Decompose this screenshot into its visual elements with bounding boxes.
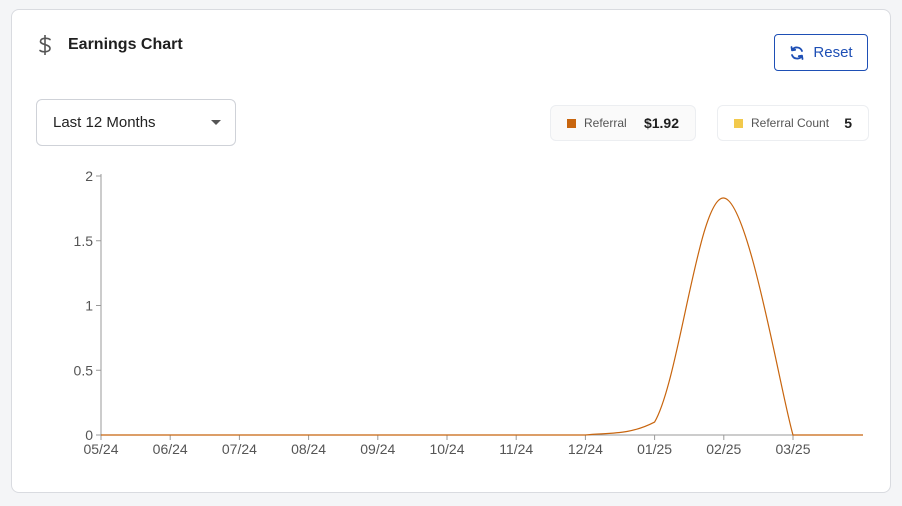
earnings-card: Earnings Chart Reset Last 12 Months Refe… <box>11 9 891 493</box>
x-tick-label: 08/24 <box>291 441 326 457</box>
x-tick-label: 06/24 <box>153 441 188 457</box>
x-tick-label: 02/25 <box>706 441 741 457</box>
x-tick-label: 10/24 <box>429 441 464 457</box>
x-tick-label: 05/24 <box>83 441 118 457</box>
x-tick-label: 09/24 <box>360 441 395 457</box>
y-tick-label: 1.5 <box>74 233 94 249</box>
y-tick-label: 1 <box>85 298 93 314</box>
x-tick-label: 01/25 <box>637 441 672 457</box>
earnings-line-chart: 00.511.5205/24 06/24 07/24 08/24 09/24 10/24 1… <box>74 168 863 457</box>
x-tick-label: 03/25 <box>775 441 810 457</box>
x-tick-label: 12/24 <box>568 441 603 457</box>
y-tick-label: 2 <box>85 168 93 184</box>
x-tick-label: 11/24 <box>499 441 533 457</box>
y-tick-label: 0.5 <box>74 362 94 378</box>
x-tick-label: 07/24 <box>222 441 257 457</box>
referral-series-line <box>100 197 863 436</box>
